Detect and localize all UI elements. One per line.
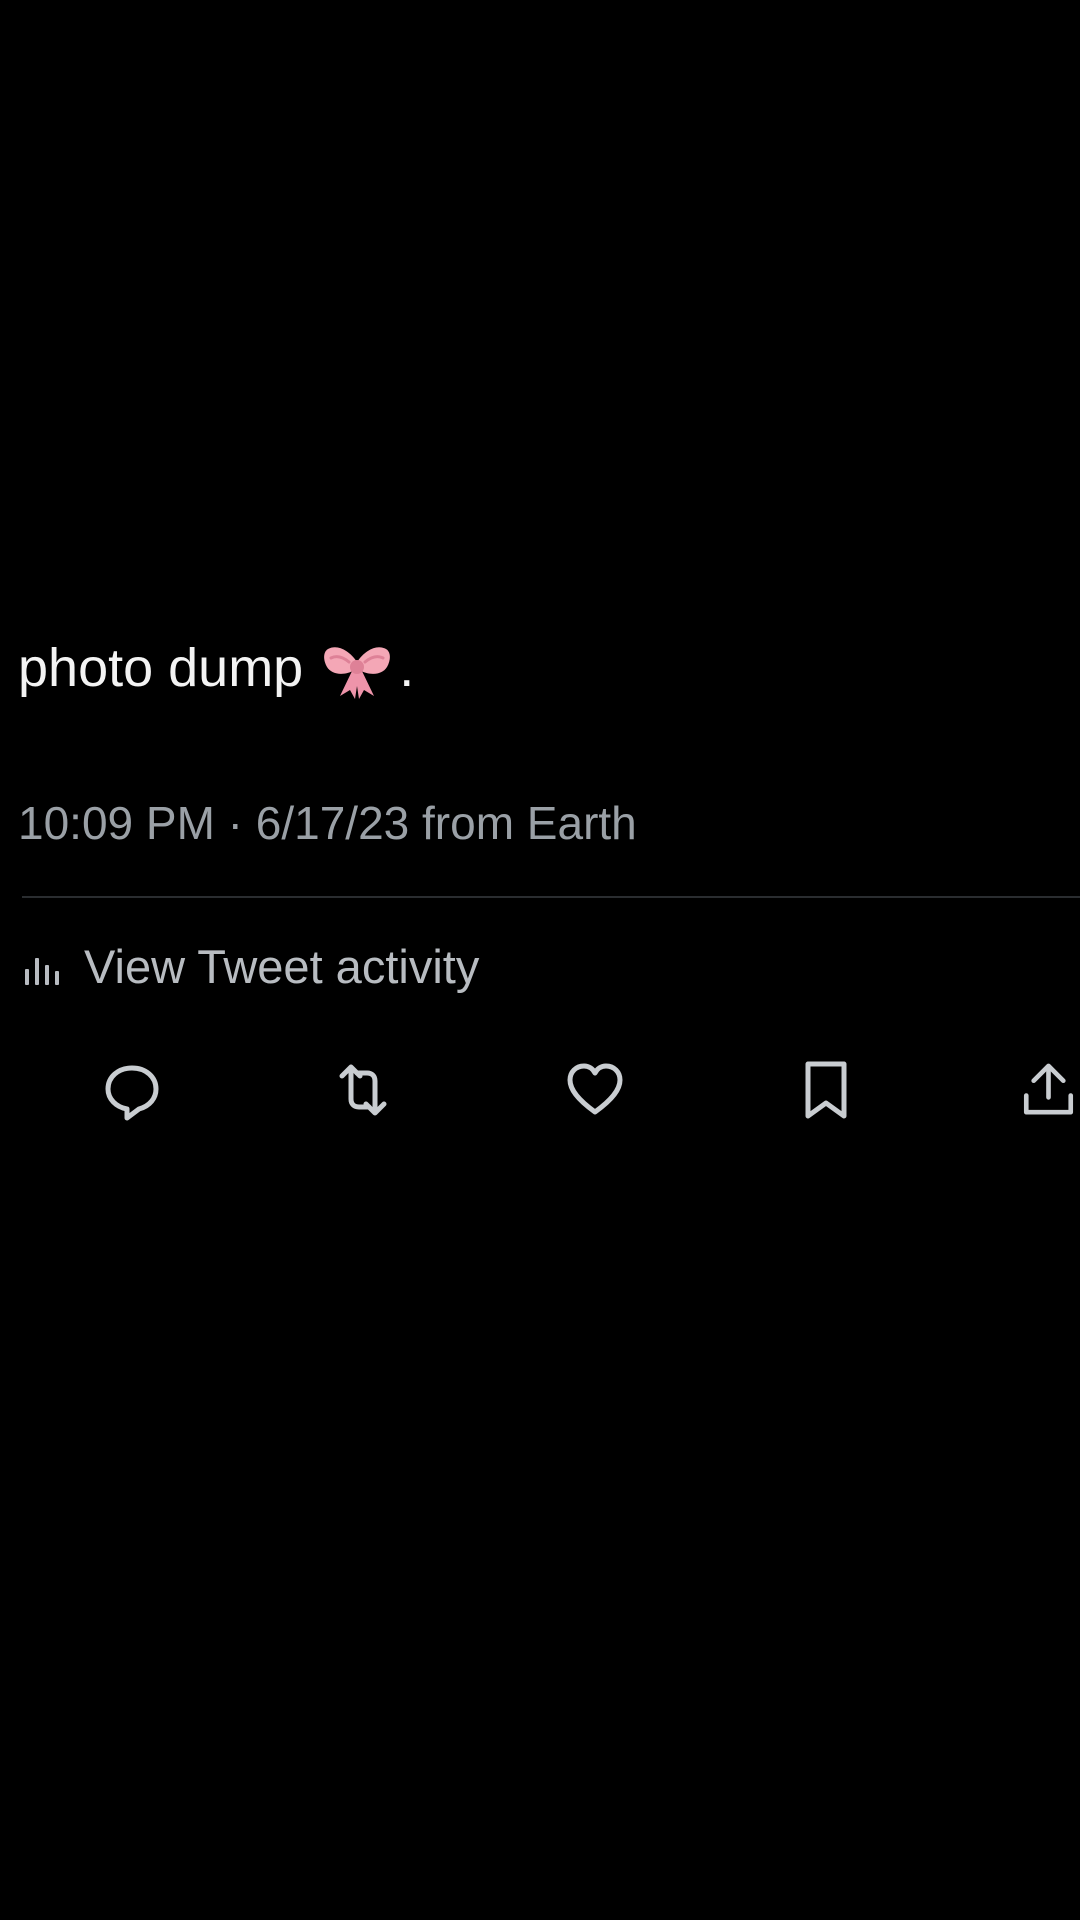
reply-button[interactable] (92, 1050, 172, 1130)
tweet-punctuation: . (399, 638, 415, 698)
retweet-icon (339, 1064, 387, 1116)
tweet-detail-page: photo dump . 10:09 PM · 6/17/23 from Ear… (0, 0, 1080, 1920)
share-icon (1023, 1063, 1074, 1115)
reply-icon (105, 1065, 159, 1121)
bookmark-button[interactable] (786, 1050, 866, 1130)
ribbon-bow-icon (321, 636, 393, 700)
divider (22, 896, 1080, 898)
view-tweet-activity-link[interactable]: View Tweet activity (22, 936, 479, 996)
tweet-body: photo dump (18, 638, 304, 698)
retweet-button[interactable] (323, 1050, 403, 1130)
like-button[interactable] (555, 1050, 635, 1130)
tweet-text: photo dump . (18, 628, 414, 708)
bookmark-icon (805, 1061, 847, 1119)
view-tweet-activity-label: View Tweet activity (84, 939, 480, 993)
tweet-actions-bar (0, 1050, 1080, 1130)
share-button[interactable] (1017, 1050, 1080, 1130)
bar-chart-icon (25, 958, 59, 985)
tweet-timestamp: 10:09 PM · 6/17/23 from Earth (18, 797, 637, 849)
heart-icon (567, 1063, 623, 1115)
